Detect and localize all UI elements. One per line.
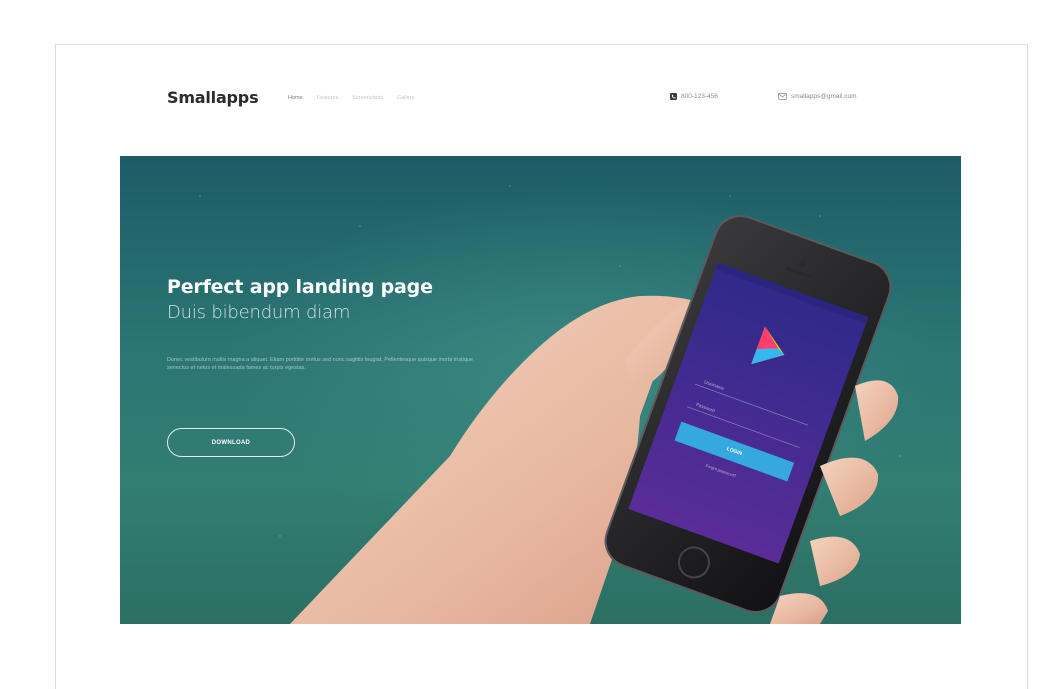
contact-phone: 800-123-456 (670, 93, 718, 100)
contact-email: smallapps@gmail.com (778, 93, 856, 100)
nav-features[interactable]: Features (317, 95, 339, 101)
hero-title: Perfect app landing page (167, 276, 433, 298)
email-address[interactable]: smallapps@gmail.com (791, 93, 856, 100)
nav-gallery[interactable]: Gallery (397, 95, 414, 101)
hero-banner: Username Password LOGIN Forgot password?… (120, 156, 961, 624)
phone-number[interactable]: 800-123-456 (681, 93, 718, 100)
hero-illustration (199, 185, 901, 624)
main-nav: Home Features Screenshots Gallery (288, 95, 414, 101)
mail-icon (778, 93, 787, 100)
nav-home[interactable]: Home (288, 95, 303, 101)
hero-subtitle: Duis bibendum diam (167, 302, 351, 323)
phone-icon (670, 93, 677, 100)
site-logo[interactable]: Smallapps (167, 88, 259, 107)
fingers (855, 380, 899, 441)
download-button[interactable]: DOWNLOAD (167, 428, 295, 457)
nav-screenshots[interactable]: Screenshots (352, 95, 383, 101)
hero-description: Donec vestibulum mollis magna a aliquet.… (167, 357, 474, 371)
